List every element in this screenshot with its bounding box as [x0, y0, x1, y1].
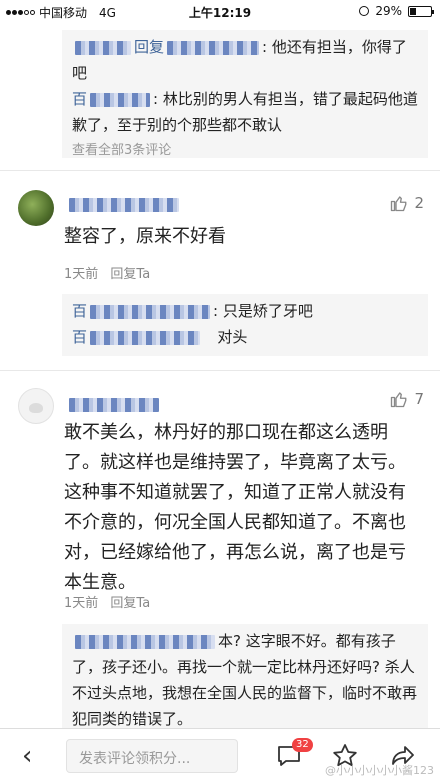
like-count: 2: [414, 194, 424, 212]
comment-time: 1天前: [64, 267, 99, 282]
like-count: 7: [414, 390, 424, 408]
blurred-username: [167, 40, 260, 55]
watermark: @小小小小小小酱123: [325, 764, 434, 777]
avatar[interactable]: [18, 190, 54, 226]
reply-thread: 回复: 他还有担当，你得了吧 百: 林比别的男人有担当，错了最起码他道歉了，至于…: [62, 30, 428, 158]
blurred-username: [75, 634, 215, 649]
reply-username: 百: [72, 90, 88, 108]
reply-text: 对头: [217, 328, 248, 346]
back-arrow-icon[interactable]: ‹: [22, 741, 32, 771]
reply-item[interactable]: 百 对头: [72, 324, 418, 350]
battery-icon: [408, 5, 434, 17]
reply-button[interactable]: 回复Ta: [110, 596, 150, 611]
comment-count-badge: 32: [292, 738, 313, 752]
blurred-username: [90, 92, 151, 107]
reply-button[interactable]: 回复Ta: [110, 267, 150, 282]
comment-meta: 1天前 回复Ta: [64, 263, 158, 282]
rotation-lock-icon: [359, 6, 370, 16]
reply-username: 百: [72, 302, 88, 320]
reply-item[interactable]: 百: 只是矫了牙吧: [72, 298, 418, 324]
status-bar: 中国移动 4G 上午12:19 29%: [0, 0, 440, 22]
comment-time: 1天前: [64, 596, 99, 611]
blurred-username: [90, 330, 201, 345]
divider: [0, 170, 440, 171]
comment-meta: 1天前 回复Ta: [64, 592, 158, 611]
thumbs-up-icon: [391, 392, 407, 408]
comment-text: 敢不美么，林丹好的那口现在都这么透明了。就这样也是维持罢了，毕竟离了太亏。这种事…: [64, 422, 406, 593]
reply-item[interactable]: 百: 林比别的男人有担当，错了最起码他道歉了，至于别的个那些都不敢认: [72, 86, 418, 138]
thumbs-up-icon: [391, 196, 407, 212]
like-button[interactable]: 2: [390, 194, 424, 212]
reply-thread: 百: 只是矫了牙吧 百 对头: [62, 294, 428, 356]
comment-text: 整容了，原来不好看: [64, 226, 226, 247]
blurred-username[interactable]: [69, 198, 179, 212]
bottom-bar: ‹ 发表评论领积分... 32 @小小小小小小酱123: [0, 728, 440, 782]
reply-username: 百: [72, 328, 88, 346]
reply-text: 只是矫了牙吧: [222, 302, 313, 320]
reply-keyword: 回复: [134, 38, 165, 56]
reply-item[interactable]: 回复: 他还有担当，你得了吧: [72, 34, 418, 86]
reply-thread: 本? 这字眼不好。都有孩子了，孩子还小。再找一个就一定比林丹还好吗? 杀人不过头…: [62, 624, 428, 728]
blurred-username: [75, 40, 131, 55]
divider: [0, 370, 440, 371]
comment-input[interactable]: 发表评论领积分...: [66, 739, 238, 773]
see-all-replies-link[interactable]: 查看全部3条评论: [72, 138, 418, 164]
reply-item[interactable]: 本? 这字眼不好。都有孩子了，孩子还小。再找一个就一定比林丹还好吗? 杀人不过头…: [72, 628, 418, 732]
blurred-username[interactable]: [69, 398, 159, 412]
blurred-username: [90, 304, 211, 319]
battery-percent: 29%: [375, 4, 402, 18]
avatar[interactable]: [18, 388, 54, 424]
like-button[interactable]: 7: [390, 390, 424, 408]
